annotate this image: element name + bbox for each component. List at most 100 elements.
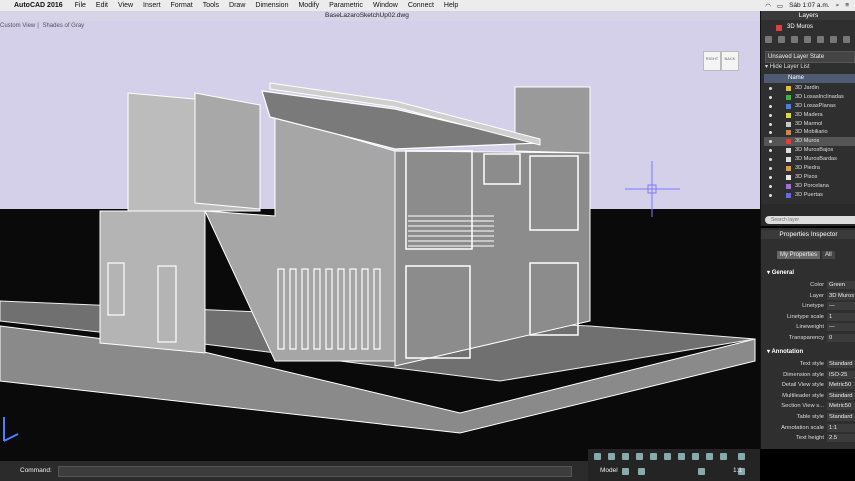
menu-format[interactable]: Format (171, 2, 193, 9)
layer-color-swatch[interactable] (786, 139, 791, 145)
layer-row[interactable]: 3D MurosBajos (764, 146, 855, 155)
layer-row[interactable]: 3D Porcelana (764, 182, 855, 191)
view-name[interactable]: Custom View (0, 23, 35, 29)
layer-settings-icon[interactable] (843, 36, 850, 43)
visibility-icon[interactable] (769, 149, 772, 153)
battery-icon[interactable]: ▭ (777, 2, 783, 10)
visibility-icon[interactable] (769, 95, 772, 99)
layer-row[interactable]: 3D Muros (764, 137, 855, 147)
property-value[interactable]: Standard (827, 413, 855, 421)
property-value[interactable]: 1 (827, 312, 855, 321)
property-value[interactable]: Metric50 (827, 402, 855, 411)
match-layer-icon[interactable] (830, 36, 837, 43)
polar-icon[interactable] (636, 453, 643, 460)
viewcube[interactable]: RIGHT BACK (700, 47, 740, 77)
menu-tools[interactable]: Tools (203, 2, 219, 9)
annotation-visibility-icon[interactable] (698, 468, 705, 475)
layer-row[interactable]: 3D Piedra (764, 164, 855, 173)
layer-row[interactable]: 3D LosasPlanas (764, 102, 855, 111)
property-value[interactable]: Green (827, 281, 855, 289)
menu-window[interactable]: Window (373, 2, 398, 9)
grid-icon[interactable] (594, 453, 601, 460)
property-value[interactable]: 0 (827, 334, 855, 342)
layer-row[interactable]: 3D Marmol (764, 120, 855, 129)
menu-edit[interactable]: Edit (96, 2, 108, 9)
menu-view[interactable]: View (118, 2, 133, 9)
layer-state-select[interactable]: Unsaved Layer State (765, 51, 855, 63)
lineweight-icon[interactable] (678, 453, 685, 460)
layer-row[interactable]: 3D Jardin (764, 84, 855, 93)
layer-color-swatch[interactable] (786, 148, 791, 154)
workspace-icon[interactable] (738, 453, 745, 460)
visibility-icon[interactable] (769, 158, 772, 162)
layer-color-swatch[interactable] (786, 157, 791, 163)
command-input[interactable] (58, 466, 572, 477)
viewcube-back-face[interactable]: BACK (721, 51, 739, 71)
layer-color-swatch[interactable] (786, 130, 791, 136)
layer-color-swatch[interactable] (786, 94, 791, 100)
property-value[interactable]: 3D Muros (827, 291, 855, 300)
visibility-icon[interactable] (769, 131, 772, 135)
menu-dimension[interactable]: Dimension (255, 2, 288, 9)
transparency-icon[interactable] (692, 453, 699, 460)
isolate-layer-icon[interactable] (791, 36, 798, 43)
menu-connect[interactable]: Connect (408, 2, 434, 9)
snap-icon[interactable] (608, 453, 615, 460)
layer-row[interactable]: 3D LosasInclinadas (764, 93, 855, 102)
menu-insert[interactable]: Insert (143, 2, 161, 9)
viewport-label[interactable]: Custom View | Shades of Gray (0, 23, 86, 29)
drawing-viewport[interactable]: Custom View | Shades of Gray RIGHT BACK (0, 21, 760, 461)
menu-draw[interactable]: Draw (229, 2, 245, 9)
ortho-icon[interactable] (622, 453, 629, 460)
layer-row[interactable]: 3D Madera (764, 111, 855, 120)
wifi-icon[interactable]: ◠ (765, 2, 771, 10)
layer-color-swatch[interactable] (786, 103, 791, 109)
visibility-icon[interactable] (769, 184, 772, 188)
property-value[interactable]: Standard (827, 391, 855, 400)
property-value[interactable]: — (827, 323, 855, 332)
layer-row[interactable]: 3D Puertas (764, 191, 855, 200)
layout-icon[interactable] (622, 468, 629, 475)
visibility-icon[interactable] (769, 87, 772, 90)
model-space-icon[interactable] (638, 468, 645, 475)
visibility-icon[interactable] (769, 113, 772, 117)
layer-color-swatch[interactable] (786, 192, 791, 198)
selection-cycling-icon[interactable] (706, 453, 713, 460)
list-icon[interactable]: ≡ (845, 2, 849, 9)
otrack-icon[interactable] (664, 453, 671, 460)
model-tab[interactable]: Model (600, 467, 618, 474)
hide-layer-list-toggle[interactable]: ▾ Hide Layer List (765, 63, 810, 70)
name-column-header[interactable]: Name (788, 75, 804, 81)
app-menu[interactable]: AutoCAD 2016 (14, 2, 63, 9)
search-icon[interactable]: ⌕ (836, 2, 840, 10)
freeze-layer-icon[interactable] (804, 36, 811, 43)
property-value[interactable]: 1:1 (827, 423, 855, 432)
annotation-section[interactable]: ▾ Annotation (767, 348, 803, 355)
visibility-icon[interactable] (769, 104, 772, 108)
menu-file[interactable]: File (75, 2, 86, 9)
general-section[interactable]: ▾ General (767, 269, 794, 276)
annotation-icon[interactable] (720, 453, 727, 460)
visibility-icon[interactable] (769, 167, 772, 171)
viewcube-right-face[interactable]: RIGHT (703, 51, 721, 71)
clock[interactable]: Sáb 1:07 a.m. (789, 2, 829, 9)
annotation-scale[interactable]: 1:1 (733, 467, 742, 474)
layer-color-swatch[interactable] (786, 121, 791, 127)
lock-layer-icon[interactable] (817, 36, 824, 43)
layer-color-swatch[interactable] (786, 86, 791, 91)
layer-color-swatch[interactable] (786, 112, 791, 118)
visual-style[interactable]: Shades of Gray (42, 23, 84, 29)
new-layer-icon[interactable] (765, 36, 772, 43)
visibility-icon[interactable] (769, 140, 772, 144)
property-value[interactable]: ISO-25 (827, 370, 855, 379)
visibility-icon[interactable] (769, 122, 772, 126)
visibility-icon[interactable] (769, 175, 772, 179)
layer-row[interactable]: 3D Pisos (764, 173, 855, 182)
layer-row[interactable]: 3D Mobiliario (764, 128, 855, 137)
menu-parametric[interactable]: Parametric (329, 2, 363, 9)
property-value[interactable]: Metric50 (827, 381, 855, 390)
menu-help[interactable]: Help (444, 2, 458, 9)
menu-modify[interactable]: Modify (298, 2, 319, 9)
tab-my-properties[interactable]: My Properties (777, 251, 821, 259)
visibility-icon[interactable] (769, 193, 772, 197)
